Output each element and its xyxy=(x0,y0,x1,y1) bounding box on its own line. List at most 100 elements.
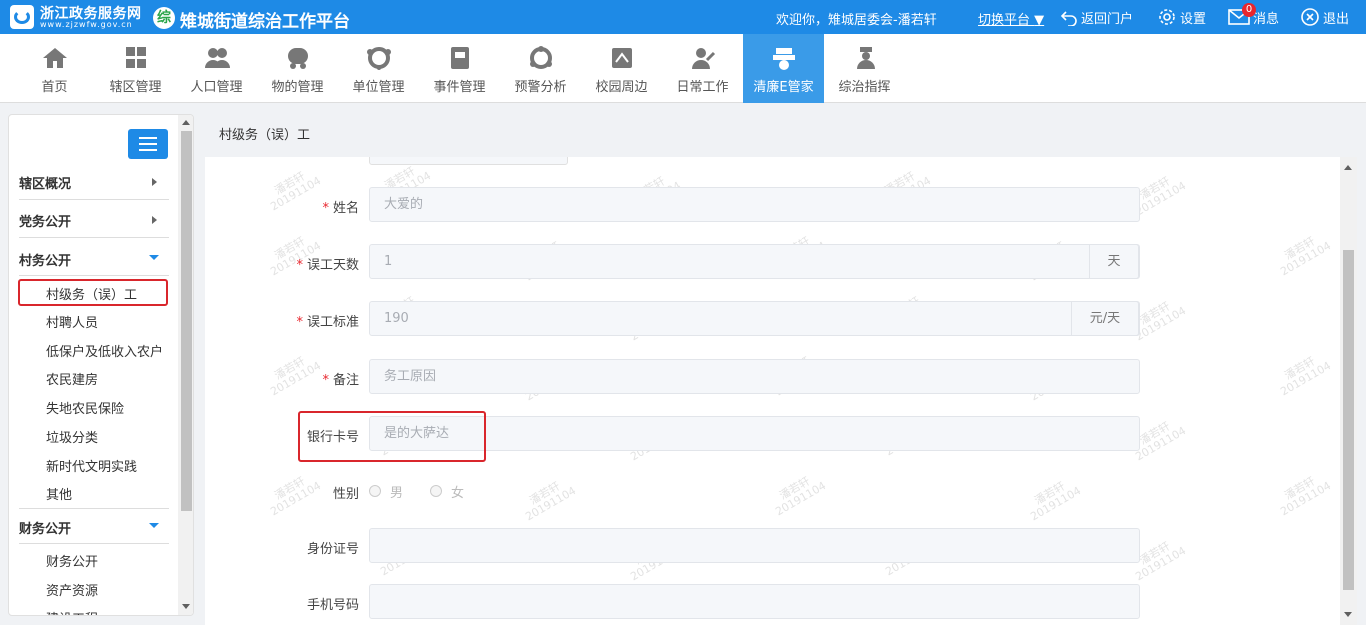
item-icon xyxy=(288,48,308,69)
nav-label: 日常工作 xyxy=(676,80,729,95)
menu-toggle-button[interactable] xyxy=(128,129,168,159)
sidebar-item-land-insurance[interactable]: 失地农民保险 xyxy=(46,398,124,417)
nav-district[interactable]: 辖区管理 xyxy=(95,34,176,103)
form-panel: 潘若轩20191104 潘若轩20191104 潘若轩20191104 潘若轩2… xyxy=(205,157,1340,625)
sidebar-section-village[interactable]: 村务公开 xyxy=(19,250,169,269)
sidebar-item-construction[interactable]: 建设工程 xyxy=(46,608,98,615)
watermark: 潘若轩20191104 xyxy=(1278,234,1334,279)
sidebar-item-finance[interactable]: 财务公开 xyxy=(46,551,98,570)
gender-label: 性别 xyxy=(332,487,359,502)
nav-daily-work[interactable]: 日常工作 xyxy=(662,34,743,103)
chevron-right-icon xyxy=(152,216,157,224)
messages-label: 消息 xyxy=(1253,11,1280,27)
campus-icon xyxy=(612,48,632,68)
top-bar: 浙江政务服务网 www.zjzwfw.gov.cn 综 雉城街道综治工作平台 欢… xyxy=(0,0,1366,34)
back-portal-label: 返回门户 xyxy=(1081,11,1134,27)
chevron-down-icon xyxy=(149,255,159,260)
event-icon xyxy=(451,47,469,69)
main-nav: 首页 辖区管理 人口管理 物的管理 单位管理 事件管理 预警分析 校园周边 日常… xyxy=(0,34,1366,103)
scroll-up-icon[interactable] xyxy=(182,120,190,125)
scroll-down-icon[interactable] xyxy=(182,604,190,609)
standard-label: * 误工标准 xyxy=(296,315,359,330)
back-portal-link[interactable]: 返回门户 xyxy=(1060,5,1133,29)
warning-icon xyxy=(530,46,552,69)
nav-org[interactable]: 单位管理 xyxy=(338,34,419,103)
switch-platform-label: 切换平台 xyxy=(978,13,1031,28)
remark-label: * 备注 xyxy=(322,373,359,388)
nav-label: 事件管理 xyxy=(433,80,486,95)
home-icon xyxy=(43,48,67,68)
chevron-right-icon xyxy=(152,178,157,186)
command-icon xyxy=(857,47,875,69)
gear-icon xyxy=(1159,9,1175,25)
sidebar-section-district[interactable]: 辖区概况 xyxy=(19,173,169,192)
gender-male-label: 男 xyxy=(390,486,404,501)
nav-warning[interactable]: 预警分析 xyxy=(500,34,581,103)
gender-male-radio[interactable] xyxy=(369,485,381,497)
sidebar-scroll-thumb[interactable] xyxy=(181,131,192,511)
return-icon xyxy=(1060,11,1077,26)
hamburger-icon xyxy=(139,137,157,139)
nav-label: 单位管理 xyxy=(352,80,405,95)
sidebar-item-civilization[interactable]: 新时代文明实践 xyxy=(46,456,137,475)
days-label: * 误工天数 xyxy=(296,258,359,273)
sidebar-section-finance[interactable]: 财务公开 xyxy=(19,518,169,537)
nav-items[interactable]: 物的管理 xyxy=(257,34,338,103)
sidebar-item-housing[interactable]: 农民建房 xyxy=(46,369,98,388)
watermark: 潘若轩20191104 xyxy=(773,474,829,519)
nav-campus[interactable]: 校园周边 xyxy=(581,34,662,103)
watermark: 潘若轩20191104 xyxy=(1278,474,1334,519)
name-label: * 姓名 xyxy=(322,201,359,216)
nav-label: 综治指挥 xyxy=(838,80,891,95)
nav-label: 辖区管理 xyxy=(109,80,162,95)
sidebar-item-assets[interactable]: 资产资源 xyxy=(46,580,98,599)
logout-label: 退出 xyxy=(1323,11,1350,27)
gender-female-radio[interactable] xyxy=(430,485,442,497)
standard-value: 190 xyxy=(384,311,409,326)
nav-events[interactable]: 事件管理 xyxy=(419,34,500,103)
sidebar-item-low-income[interactable]: 低保户及低收入农户 xyxy=(46,341,163,360)
grid-icon xyxy=(126,47,146,68)
caret-down-icon: ▼ xyxy=(1034,13,1045,28)
nav-home[interactable]: 首页 xyxy=(14,34,95,103)
sidebar-item-other[interactable]: 其他 xyxy=(46,484,72,503)
settings-link[interactable]: 设置 xyxy=(1157,5,1206,29)
main-scroll-thumb[interactable] xyxy=(1343,250,1354,590)
sidebar-item-village-work[interactable]: 村级务（误）工 xyxy=(46,284,137,303)
name-field[interactable]: 大爱的 xyxy=(369,187,1140,222)
phone-field[interactable] xyxy=(369,584,1140,619)
nav-label: 预警分析 xyxy=(514,80,567,95)
cut-off-field xyxy=(369,157,568,165)
days-unit: 天 xyxy=(1089,244,1139,279)
logo-subtitle: www.zjzwfw.gov.cn xyxy=(40,20,133,29)
scroll-up-icon[interactable] xyxy=(1344,165,1352,170)
standard-field[interactable]: 190 元/天 xyxy=(369,301,1140,336)
logout-link[interactable]: 退出 xyxy=(1300,5,1349,29)
settings-label: 设置 xyxy=(1180,11,1207,27)
sidebar: 辖区概况 党务公开 村务公开 村级务（误）工 村聘人员 低保户及低收入农户 农民… xyxy=(8,114,194,616)
breadcrumb: 村级务（误）工 xyxy=(219,128,311,143)
daily-work-icon xyxy=(692,48,716,69)
nav-label: 人口管理 xyxy=(190,80,243,95)
org-icon xyxy=(367,47,391,70)
nav-command[interactable]: 综治指挥 xyxy=(824,34,905,103)
scroll-down-icon[interactable] xyxy=(1344,612,1352,617)
id-number-field[interactable] xyxy=(369,528,1140,563)
butler-icon xyxy=(773,48,795,70)
chevron-down-icon xyxy=(149,523,159,528)
people-icon xyxy=(205,48,230,68)
days-field[interactable]: 1 天 xyxy=(369,244,1140,279)
nav-butler[interactable]: 清廉E管家 xyxy=(743,34,824,103)
sidebar-item-garbage[interactable]: 垃圾分类 xyxy=(46,427,98,446)
remark-field[interactable]: 务工原因 xyxy=(369,359,1140,394)
message-count-badge: 0 xyxy=(1242,3,1256,17)
watermark: 潘若轩20191104 xyxy=(523,479,579,524)
sidebar-section-party[interactable]: 党务公开 xyxy=(19,211,169,230)
phone-label: 手机号码 xyxy=(306,598,359,613)
switch-platform-link[interactable]: 切换平台 ▼ xyxy=(978,9,1044,28)
sidebar-item-hired-staff[interactable]: 村聘人员 xyxy=(46,312,98,331)
days-value: 1 xyxy=(384,254,393,269)
nav-population[interactable]: 人口管理 xyxy=(176,34,257,103)
welcome-text: 欢迎你，雉城居委会-潘若轩 xyxy=(776,13,937,28)
close-circle-icon xyxy=(1301,8,1319,26)
